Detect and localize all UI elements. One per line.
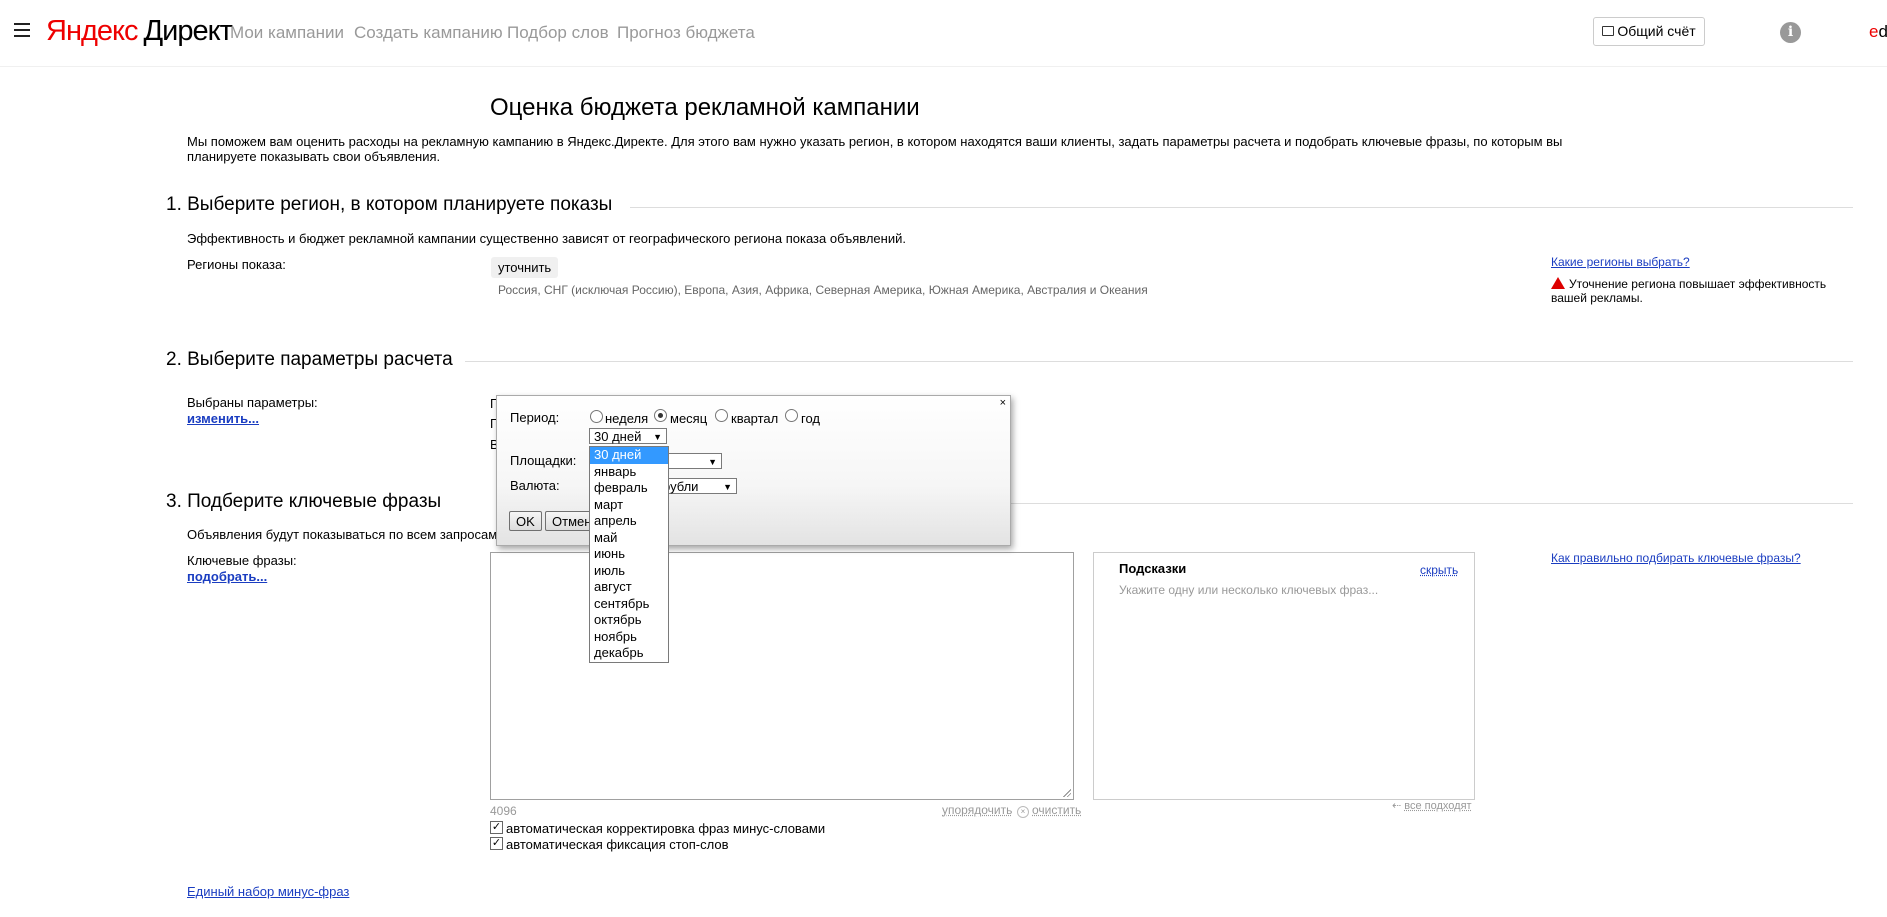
section-3-title: 3. Подберите ключевые фразы	[166, 491, 442, 512]
pick-keywords-link[interactable]: подобрать...	[187, 568, 267, 586]
which-regions-link-text: Какие регионы выбрать?	[1551, 255, 1690, 269]
section-2-title: 2. Выберите параметры расчета	[166, 349, 453, 370]
period-quarter-label: квартал	[731, 411, 779, 426]
clear-button[interactable]: × очистить	[1017, 803, 1081, 818]
period-dropdown-list: 30 дней январь февраль март апрель май и…	[589, 446, 669, 663]
period-radio-week[interactable]	[590, 410, 603, 423]
info-icon[interactable]: i	[1780, 22, 1801, 43]
period-select[interactable]: 30 дней ▼	[589, 428, 667, 444]
section-1-divider	[630, 207, 1853, 208]
minus-phrases-link[interactable]: Единый набор минус-фраз	[187, 884, 349, 899]
dropdown-option[interactable]: март	[590, 497, 668, 514]
shared-account-label: Общий счёт	[1617, 23, 1696, 39]
keywords-help-link-text: Как правильно подбирать ключевые фразы?	[1551, 551, 1801, 565]
intro-text: Мы поможем вам оценить расходы на реклам…	[187, 134, 1587, 164]
arrow-left-icon: ⇠	[1392, 800, 1402, 812]
logo[interactable]: Яндекс Директ	[46, 15, 233, 48]
page-title: Оценка бюджета рекламной кампании	[490, 94, 920, 121]
hints-placeholder: Укажите одну или несколько ключевых фраз…	[1119, 583, 1379, 597]
keywords-label: Ключевые фразы:	[187, 553, 297, 568]
params-dialog: × Период: неделя месяц квартал год 30 дн…	[496, 395, 1011, 546]
warning-icon	[1551, 277, 1565, 289]
intro-line-2: планируете показывать свои объявления.	[187, 149, 441, 164]
region-warning-text: Уточнение региона повышает эффективность…	[1551, 277, 1827, 305]
cancel-button[interactable]: Отмена	[545, 511, 592, 531]
dropdown-option[interactable]: февраль	[590, 480, 668, 497]
nav-create-campaign[interactable]: Создать кампанию	[354, 23, 503, 43]
regions-value: Россия, СНГ (исключая Россию), Европа, А…	[498, 283, 1148, 297]
currency-label: Валюта:	[510, 478, 560, 493]
dropdown-option[interactable]: декабрь	[590, 645, 668, 662]
platforms-label: Площадки:	[510, 453, 577, 468]
auto-minus-label: автоматическая корректировка фраз минус-…	[506, 821, 826, 836]
dropdown-option[interactable]: май	[590, 530, 668, 547]
resize-handle-icon[interactable]	[1063, 789, 1071, 797]
menu-icon[interactable]	[14, 23, 30, 37]
dropdown-option[interactable]: апрель	[590, 513, 668, 530]
period-month-label: месяц	[670, 411, 708, 426]
chevron-down-icon: ▼	[653, 432, 662, 442]
period-year-label: год	[801, 411, 820, 426]
auto-minus-checkbox[interactable]: ✓	[490, 821, 503, 834]
which-regions-link[interactable]: Какие регионы выбрать?	[1551, 255, 1690, 269]
dropdown-option[interactable]: 30 дней	[590, 447, 668, 464]
user-login[interactable]: ed	[1869, 22, 1887, 42]
dropdown-option[interactable]: январь	[590, 464, 668, 481]
hints-title: Подсказки	[1119, 561, 1187, 576]
clear-icon: ×	[1017, 806, 1029, 818]
shared-account-button[interactable]: Общий счёт	[1593, 17, 1705, 46]
dropdown-option[interactable]: ноябрь	[590, 629, 668, 646]
top-header: Яндекс Директ Мои кампании Создать кампан…	[0, 0, 1887, 67]
nav-word-selection[interactable]: Подбор слов	[507, 23, 609, 43]
clear-label: очистить	[1032, 803, 1082, 817]
params-label: Выбраны параметры:	[187, 395, 318, 410]
section-2-divider	[465, 361, 1853, 362]
auto-stopwords-checkbox[interactable]: ✓	[490, 837, 503, 850]
region-warning: Уточнение региона повышает эффективность…	[1551, 276, 1851, 305]
dropdown-option[interactable]: сентябрь	[590, 596, 668, 613]
intro-line-1: Мы поможем вам оценить расходы на реклам…	[187, 134, 1563, 149]
sort-link[interactable]: упорядочить	[942, 803, 1012, 817]
period-week-label: неделя	[605, 411, 649, 426]
dropdown-option[interactable]: июнь	[590, 546, 668, 563]
hints-hide-link[interactable]: скрыть	[1420, 563, 1458, 577]
logo-product: Директ	[143, 15, 233, 47]
change-params-link-text: изменить...	[187, 411, 260, 426]
section-3-divider	[1010, 503, 1853, 504]
ok-button[interactable]: OK	[509, 511, 542, 531]
section-1-description: Эффективность и бюджет рекламной кампани…	[187, 231, 906, 246]
nav-budget-forecast[interactable]: Прогноз бюджета	[617, 23, 755, 43]
keywords-textarea[interactable]	[490, 552, 1074, 800]
period-select-value: 30 дней	[594, 429, 642, 444]
period-label: Период:	[510, 410, 560, 425]
refine-region-button[interactable]: уточнить	[491, 257, 559, 278]
change-params-link[interactable]: изменить...	[187, 410, 259, 428]
user-login-rest: d	[1878, 22, 1887, 41]
close-icon[interactable]: ×	[1000, 397, 1006, 409]
section-1-title: 1. Выберите регион, в котором планируете…	[166, 194, 613, 215]
hints-panel: Подсказки скрыть Укажите одну или нескол…	[1093, 552, 1475, 800]
period-radio-month[interactable]	[654, 409, 667, 422]
period-radio-year[interactable]	[785, 409, 798, 422]
dropdown-option[interactable]: август	[590, 579, 668, 596]
minus-phrases-link-text: Единый набор минус-фраз	[187, 884, 350, 899]
pick-keywords-link-text: подобрать...	[187, 569, 268, 584]
wallet-icon	[1602, 26, 1615, 36]
all-fit-button[interactable]: ⇠ все подходят	[1392, 799, 1472, 812]
period-radio-quarter[interactable]	[715, 409, 728, 422]
currency-select[interactable]: рубли ▼	[662, 478, 737, 494]
all-fit-label: все подходят	[1404, 800, 1472, 812]
char-counter: 4096	[490, 804, 517, 818]
logo-brand: Яндекс	[46, 15, 139, 47]
regions-label: Регионы показа:	[187, 257, 286, 272]
nav-my-campaigns[interactable]: Мои кампании	[230, 23, 344, 43]
dropdown-option[interactable]: октябрь	[590, 612, 668, 629]
chevron-down-icon: ▼	[708, 457, 717, 467]
chevron-down-icon: ▼	[723, 482, 732, 492]
auto-stopwords-label: автоматическая фиксация стоп-слов	[506, 837, 729, 852]
keywords-help-link[interactable]: Как правильно подбирать ключевые фразы?	[1551, 551, 1801, 565]
section-3-description: Объявления будут показываться по всем за…	[187, 527, 501, 542]
dropdown-option[interactable]: июль	[590, 563, 668, 580]
